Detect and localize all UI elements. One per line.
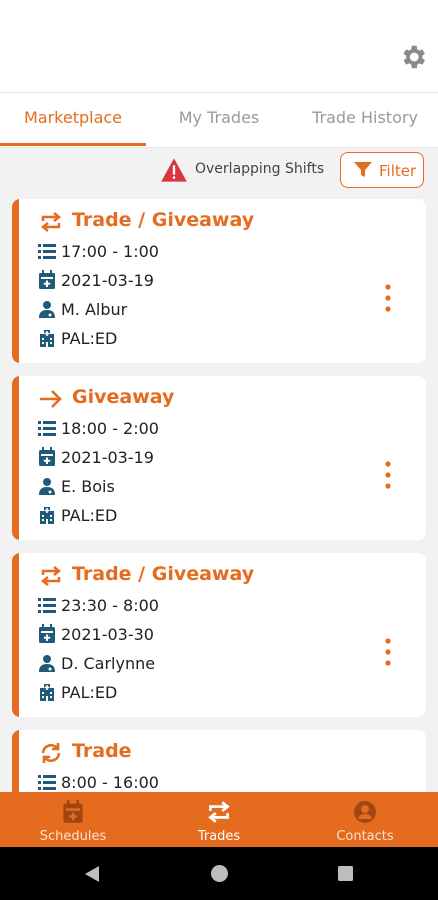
- doctor-icon: [39, 301, 55, 318]
- hospital-icon: [40, 684, 54, 701]
- bottom-navigation: Schedules Trades Contacts: [0, 792, 438, 847]
- filter-button[interactable]: Filter: [340, 152, 424, 188]
- shift-date: 2021-03-30: [61, 625, 154, 644]
- tab-trade-history[interactable]: Trade History: [292, 93, 438, 145]
- location: PAL:ED: [61, 329, 118, 348]
- trade-type-title: Trade: [72, 740, 132, 762]
- back-icon[interactable]: [83, 864, 101, 884]
- trade-type-title: Giveaway: [72, 386, 175, 408]
- tab-marketplace[interactable]: Marketplace: [0, 93, 146, 145]
- calendar-icon: [39, 447, 55, 466]
- shift-time: 8:00 - 16:00: [61, 773, 159, 792]
- list-icon: [38, 598, 56, 613]
- more-options-icon[interactable]: [384, 637, 392, 667]
- shift-time: 23:30 - 8:00: [61, 596, 159, 615]
- home-icon[interactable]: [210, 864, 229, 883]
- gear-icon[interactable]: [398, 42, 428, 72]
- shift-date: 2021-03-19: [61, 448, 154, 467]
- swap-icon: [208, 801, 230, 823]
- person-name: M. Albur: [61, 300, 128, 319]
- trade-type-title: Trade / Giveaway: [72, 563, 255, 585]
- nav-trades[interactable]: Trades: [146, 792, 292, 847]
- more-options-icon[interactable]: [384, 460, 392, 490]
- nav-label: Schedules: [39, 829, 107, 844]
- calendar-icon: [63, 800, 83, 823]
- swap-icon: [40, 566, 62, 586]
- overlapping-shifts-label: Overlapping Shifts: [195, 161, 325, 177]
- calendar-icon: [39, 624, 55, 643]
- active-tab-indicator: [0, 143, 146, 146]
- person-name: D. Carlynne: [61, 654, 156, 673]
- shift-card[interactable]: Trade / Giveaway 17:00 - 1:00 2021-03-19…: [12, 199, 426, 363]
- arrow-right-icon: [40, 390, 62, 408]
- nav-contacts[interactable]: Contacts: [292, 792, 438, 847]
- nav-label: Trades: [197, 829, 241, 844]
- more-options-icon[interactable]: [384, 283, 392, 313]
- card-accent-bar: [12, 199, 19, 363]
- filter-icon: [354, 162, 372, 177]
- shift-card[interactable]: Giveaway 18:00 - 2:00 2021-03-19 E. Bois…: [12, 376, 426, 540]
- tab-bar: Marketplace My Trades Trade History: [0, 92, 438, 148]
- shift-time: 18:00 - 2:00: [61, 419, 159, 438]
- shift-card[interactable]: Trade / Giveaway 23:30 - 8:00 2021-03-30…: [12, 553, 426, 717]
- card-accent-bar: [12, 376, 19, 540]
- calendar-icon: [39, 270, 55, 289]
- shift-date: 2021-03-19: [61, 271, 154, 290]
- warning-icon: [161, 158, 187, 182]
- trade-type-title: Trade / Giveaway: [72, 209, 255, 231]
- location: PAL:ED: [61, 683, 118, 702]
- tab-my-trades[interactable]: My Trades: [146, 93, 292, 145]
- list-icon: [38, 244, 56, 259]
- list-icon: [38, 775, 56, 790]
- hospital-icon: [40, 507, 54, 524]
- person-icon: [354, 801, 376, 823]
- location: PAL:ED: [61, 506, 118, 525]
- system-navigation-bar: [0, 847, 438, 900]
- list-icon: [38, 421, 56, 436]
- nav-label: Contacts: [336, 829, 394, 844]
- sync-icon: [41, 743, 61, 763]
- swap-icon: [40, 212, 62, 232]
- app-header: [0, 0, 438, 92]
- person-name: E. Bois: [61, 477, 115, 496]
- doctor-icon: [39, 655, 55, 672]
- nav-schedules[interactable]: Schedules: [0, 792, 146, 847]
- card-accent-bar: [12, 553, 19, 717]
- hospital-icon: [40, 330, 54, 347]
- recents-icon[interactable]: [337, 865, 354, 882]
- filter-label: Filter: [379, 162, 417, 180]
- doctor-icon: [39, 478, 55, 495]
- shift-time: 17:00 - 1:00: [61, 242, 159, 261]
